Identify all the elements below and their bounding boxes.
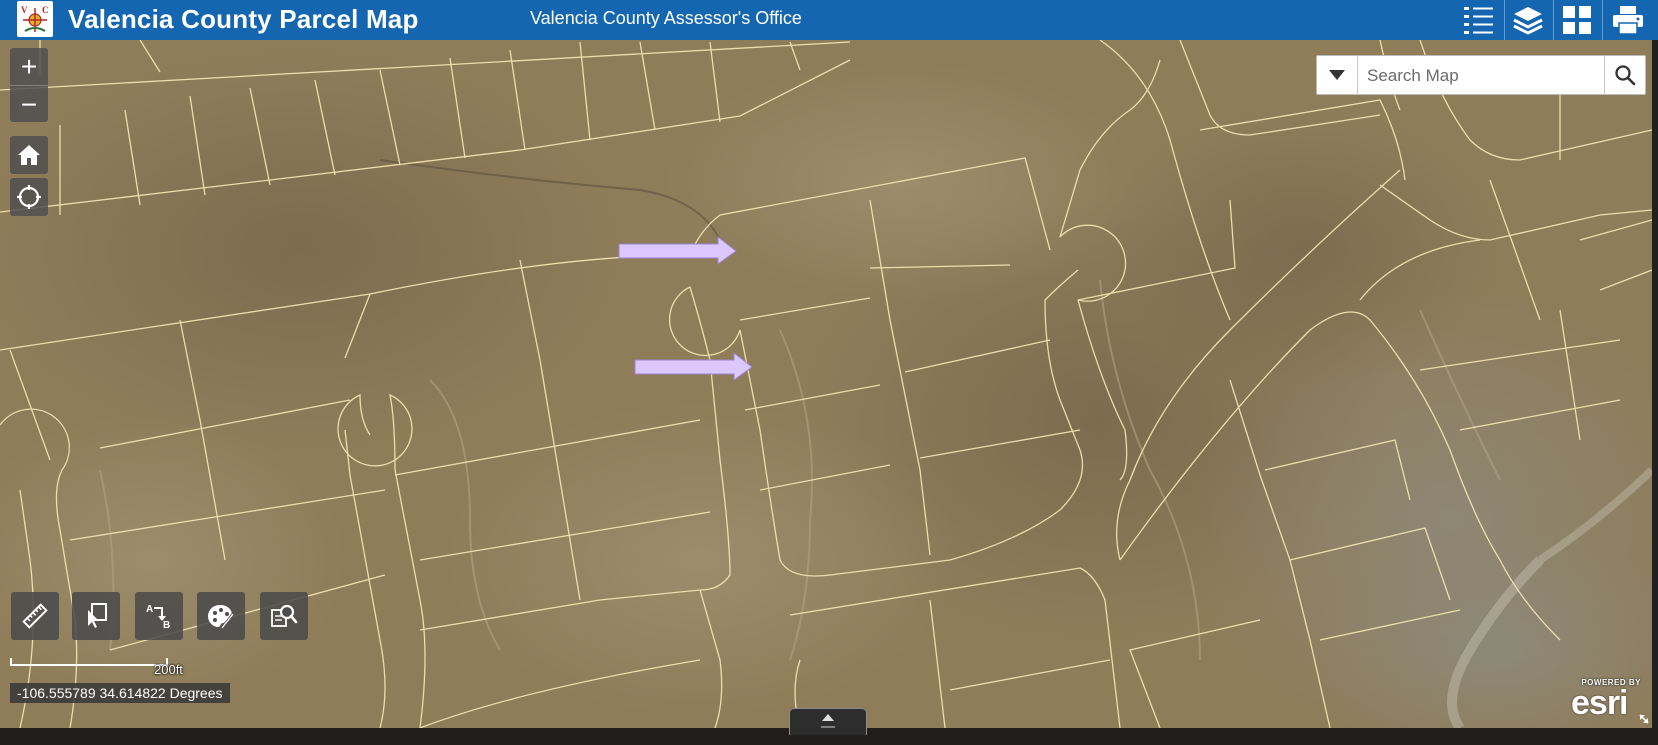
measure-tool-button[interactable] — [11, 592, 59, 640]
window-edge — [1652, 40, 1658, 728]
zoom-control: + − — [10, 48, 48, 122]
home-icon — [18, 145, 40, 165]
app-title: Valencia County Parcel Map — [68, 4, 419, 34]
locate-button[interactable] — [10, 178, 48, 216]
print-button[interactable] — [1602, 0, 1653, 40]
attribute-panel-toggle[interactable] — [789, 708, 867, 735]
county-seal-logo: V C — [17, 1, 53, 37]
svg-text:A: A — [146, 604, 153, 615]
layers-button[interactable] — [1504, 0, 1551, 40]
print-icon — [1613, 6, 1643, 35]
query-tool-button[interactable] — [260, 592, 308, 640]
legend-button[interactable] — [1456, 0, 1502, 40]
home-button[interactable] — [10, 136, 48, 174]
search-input[interactable] — [1365, 60, 1599, 92]
measure-icon — [22, 603, 48, 629]
search-icon — [1615, 65, 1636, 86]
draw-tool-button[interactable] — [197, 592, 245, 640]
resize-handle[interactable] — [1638, 712, 1650, 724]
zoom-out-button[interactable]: − — [10, 85, 48, 123]
coordinate-readout: -106.555789 34.614822 Degrees — [10, 683, 230, 703]
basemap-gallery-icon — [1563, 6, 1591, 34]
query-icon — [271, 604, 298, 627]
parcel-layer — [0, 40, 1652, 728]
caret-down-icon — [1329, 70, 1345, 80]
app-header: V C Valencia County Parcel Map Valencia … — [0, 0, 1658, 40]
locate-icon — [17, 185, 41, 209]
directions-icon: A B — [146, 604, 170, 631]
select-icon — [88, 603, 107, 628]
basemap-gallery-button[interactable] — [1553, 0, 1600, 40]
svg-text:C: C — [42, 5, 49, 15]
scale-bar — [10, 658, 168, 666]
zoom-in-button[interactable]: + — [10, 48, 48, 85]
layers-icon — [1513, 7, 1543, 35]
search-widget — [1316, 55, 1646, 95]
esri-brand: esri — [1571, 684, 1628, 722]
parcel-map-app: V C Valencia County Parcel Map Valencia … — [0, 0, 1658, 745]
svg-text:V: V — [21, 5, 28, 15]
app-subtitle: Valencia County Assessor's Office — [530, 8, 802, 28]
select-tool-button[interactable] — [72, 592, 120, 640]
legend-list-icon — [1464, 7, 1493, 34]
resize-arrow-icon — [1639, 714, 1649, 724]
search-button[interactable] — [1604, 56, 1645, 94]
scale-label: 200ft — [154, 662, 183, 677]
directions-tool-button[interactable]: A B — [135, 592, 183, 640]
map-view[interactable] — [0, 40, 1652, 728]
draw-icon — [208, 605, 235, 629]
search-source-dropdown[interactable] — [1317, 56, 1358, 94]
svg-text:B: B — [163, 620, 170, 631]
chevron-up-icon — [821, 714, 835, 728]
esri-logo: POWERED BY esri — [1565, 678, 1647, 724]
